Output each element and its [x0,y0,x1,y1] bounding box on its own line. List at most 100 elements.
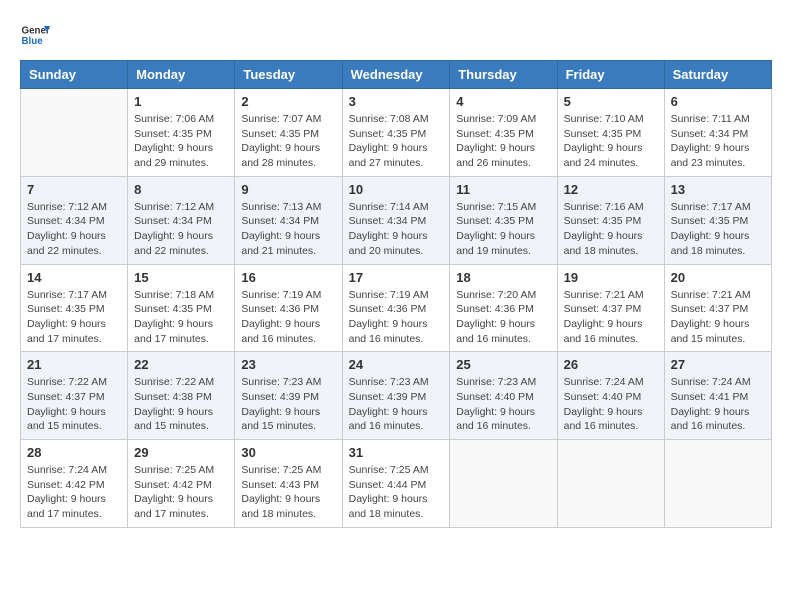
calendar-cell: 4 Sunrise: 7:09 AMSunset: 4:35 PMDaylight… [450,89,557,177]
day-info: Sunrise: 7:19 AMSunset: 4:36 PMDaylight:… [241,288,335,347]
calendar-week-row: 14 Sunrise: 7:17 AMSunset: 4:35 PMDayligh… [21,264,772,352]
calendar-cell: 17 Sunrise: 7:19 AMSunset: 4:36 PMDayligh… [342,264,450,352]
calendar-cell: 1 Sunrise: 7:06 AMSunset: 4:35 PMDaylight… [128,89,235,177]
logo-icon: General Blue [20,20,50,50]
day-number: 12 [564,182,658,197]
day-info: Sunrise: 7:17 AMSunset: 4:35 PMDaylight:… [671,200,765,259]
day-number: 6 [671,94,765,109]
day-number: 15 [134,270,228,285]
day-number: 10 [349,182,444,197]
day-number: 30 [241,445,335,460]
calendar-cell: 11 Sunrise: 7:15 AMSunset: 4:35 PMDayligh… [450,176,557,264]
day-info: Sunrise: 7:20 AMSunset: 4:36 PMDaylight:… [456,288,550,347]
day-number: 26 [564,357,658,372]
day-number: 22 [134,357,228,372]
day-number: 1 [134,94,228,109]
calendar-cell: 20 Sunrise: 7:21 AMSunset: 4:37 PMDayligh… [664,264,771,352]
day-info: Sunrise: 7:22 AMSunset: 4:38 PMDaylight:… [134,375,228,434]
day-header-tuesday: Tuesday [235,61,342,89]
day-info: Sunrise: 7:08 AMSunset: 4:35 PMDaylight:… [349,112,444,171]
calendar-cell: 2Sunrise: 7:07 AMSunset: 4:35 PMDaylight… [235,89,342,177]
page-header: General Blue [20,20,772,50]
day-number: 3 [349,94,444,109]
day-info: Sunrise: 7:23 AMSunset: 4:40 PMDaylight:… [456,375,550,434]
day-number: 20 [671,270,765,285]
day-info: Sunrise: 7:11 AMSunset: 4:34 PMDaylight:… [671,112,765,171]
calendar-table: SundayMondayTuesdayWednesdayThursdayFrid… [20,60,772,528]
calendar-cell: 22 Sunrise: 7:22 AMSunset: 4:38 PMDayligh… [128,352,235,440]
day-info: Sunrise: 7:21 AMSunset: 4:37 PMDaylight:… [671,288,765,347]
calendar-cell: 14 Sunrise: 7:17 AMSunset: 4:35 PMDayligh… [21,264,128,352]
day-info: Sunrise: 7:24 AMSunset: 4:42 PMDaylight:… [27,463,121,522]
calendar-week-row: 1 Sunrise: 7:06 AMSunset: 4:35 PMDaylight… [21,89,772,177]
day-number: 8 [134,182,228,197]
calendar-cell: 10Sunrise: 7:14 AMSunset: 4:34 PMDayligh… [342,176,450,264]
day-number: 13 [671,182,765,197]
svg-text:Blue: Blue [22,36,44,47]
day-info: Sunrise: 7:10 AMSunset: 4:35 PMDaylight:… [564,112,658,171]
day-number: 19 [564,270,658,285]
calendar-cell: 8 Sunrise: 7:12 AMSunset: 4:34 PMDaylight… [128,176,235,264]
day-number: 7 [27,182,121,197]
day-number: 2 [241,94,335,109]
day-number: 5 [564,94,658,109]
calendar-cell: 31 Sunrise: 7:25 AMSunset: 4:44 PMDayligh… [342,440,450,528]
day-number: 18 [456,270,550,285]
day-number: 4 [456,94,550,109]
day-number: 14 [27,270,121,285]
calendar-cell: 21Sunrise: 7:22 AMSunset: 4:37 PMDayligh… [21,352,128,440]
calendar-cell: 28 Sunrise: 7:24 AMSunset: 4:42 PMDayligh… [21,440,128,528]
day-info: Sunrise: 7:23 AMSunset: 4:39 PMDaylight:… [241,375,335,434]
calendar-cell: 29Sunrise: 7:25 AMSunset: 4:42 PMDayligh… [128,440,235,528]
day-number: 25 [456,357,550,372]
day-header-friday: Friday [557,61,664,89]
calendar-cell: 27Sunrise: 7:24 AMSunset: 4:41 PMDayligh… [664,352,771,440]
calendar-cell: 19 Sunrise: 7:21 AMSunset: 4:37 PMDayligh… [557,264,664,352]
calendar-cell: 18 Sunrise: 7:20 AMSunset: 4:36 PMDayligh… [450,264,557,352]
day-info: Sunrise: 7:16 AMSunset: 4:35 PMDaylight:… [564,200,658,259]
day-number: 31 [349,445,444,460]
day-number: 24 [349,357,444,372]
day-info: Sunrise: 7:17 AMSunset: 4:35 PMDaylight:… [27,288,121,347]
day-info: Sunrise: 7:06 AMSunset: 4:35 PMDaylight:… [134,112,228,171]
day-info: Sunrise: 7:12 AMSunset: 4:34 PMDaylight:… [27,200,121,259]
day-number: 23 [241,357,335,372]
day-info: Sunrise: 7:19 AMSunset: 4:36 PMDaylight:… [349,288,444,347]
calendar-cell: 16 Sunrise: 7:19 AMSunset: 4:36 PMDayligh… [235,264,342,352]
day-number: 29 [134,445,228,460]
calendar-week-row: 28 Sunrise: 7:24 AMSunset: 4:42 PMDayligh… [21,440,772,528]
day-info: Sunrise: 7:23 AMSunset: 4:39 PMDaylight:… [349,375,444,434]
day-info: Sunrise: 7:25 AMSunset: 4:44 PMDaylight:… [349,463,444,522]
day-info: Sunrise: 7:09 AMSunset: 4:35 PMDaylight:… [456,112,550,171]
day-number: 9 [241,182,335,197]
day-number: 17 [349,270,444,285]
day-info: Sunrise: 7:13 AMSunset: 4:34 PMDaylight:… [241,200,335,259]
calendar-cell: 6 Sunrise: 7:11 AMSunset: 4:34 PMDaylight… [664,89,771,177]
day-number: 16 [241,270,335,285]
calendar-cell: 26 Sunrise: 7:24 AMSunset: 4:40 PMDayligh… [557,352,664,440]
calendar-week-row: 7 Sunrise: 7:12 AMSunset: 4:34 PMDaylight… [21,176,772,264]
calendar-cell: 9 Sunrise: 7:13 AMSunset: 4:34 PMDaylight… [235,176,342,264]
day-info: Sunrise: 7:18 AMSunset: 4:35 PMDaylight:… [134,288,228,347]
day-header-saturday: Saturday [664,61,771,89]
calendar-cell: 5 Sunrise: 7:10 AMSunset: 4:35 PMDaylight… [557,89,664,177]
calendar-cell: 12 Sunrise: 7:16 AMSunset: 4:35 PMDayligh… [557,176,664,264]
calendar-cell [21,89,128,177]
calendar-header-row: SundayMondayTuesdayWednesdayThursdayFrid… [21,61,772,89]
day-info: Sunrise: 7:12 AMSunset: 4:34 PMDaylight:… [134,200,228,259]
calendar-cell: 7 Sunrise: 7:12 AMSunset: 4:34 PMDaylight… [21,176,128,264]
calendar-cell [557,440,664,528]
day-header-sunday: Sunday [21,61,128,89]
day-number: 21 [27,357,121,372]
day-info: Sunrise: 7:15 AMSunset: 4:35 PMDaylight:… [456,200,550,259]
calendar-week-row: 21Sunrise: 7:22 AMSunset: 4:37 PMDayligh… [21,352,772,440]
calendar-cell: 23 Sunrise: 7:23 AMSunset: 4:39 PMDayligh… [235,352,342,440]
calendar-cell: 3 Sunrise: 7:08 AMSunset: 4:35 PMDaylight… [342,89,450,177]
day-number: 11 [456,182,550,197]
day-number: 28 [27,445,121,460]
day-header-thursday: Thursday [450,61,557,89]
day-info: Sunrise: 7:21 AMSunset: 4:37 PMDaylight:… [564,288,658,347]
calendar-cell: 13 Sunrise: 7:17 AMSunset: 4:35 PMDayligh… [664,176,771,264]
day-info: Sunrise: 7:24 AMSunset: 4:41 PMDaylight:… [671,375,765,434]
day-info: Sunrise: 7:24 AMSunset: 4:40 PMDaylight:… [564,375,658,434]
